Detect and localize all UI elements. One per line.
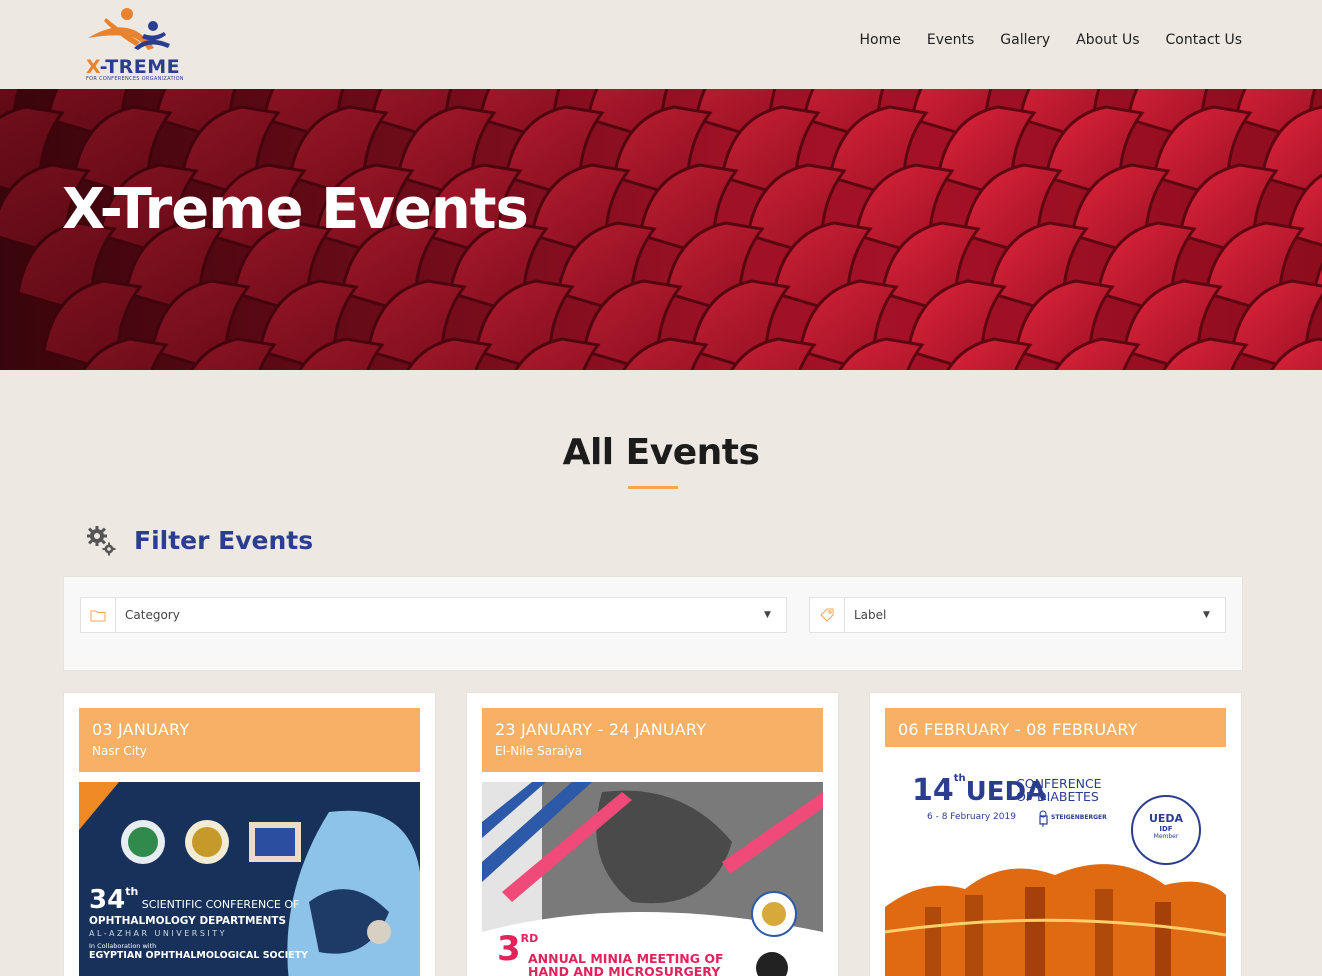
hero-banner: X-Treme Events: [0, 89, 1322, 370]
event-date: 23 JANUARY - 24 JANUARY: [495, 720, 707, 739]
event-date-banner: 23 JANUARY - 24 JANUARY El-Nile Saraiya: [482, 708, 823, 772]
event-card[interactable]: 06 FEBRUARY - 08 FEBRUARY 14thUEDA CONFE…: [869, 692, 1242, 976]
nav-contact-us[interactable]: Contact Us: [1166, 32, 1242, 48]
main-nav: Home Events Gallery About Us Contact Us: [860, 32, 1242, 48]
hero-title: X-Treme Events: [62, 177, 529, 242]
event-poster[interactable]: 14thUEDA CONFERENCE OF DIABETES 6 - 8 Fe…: [885, 757, 1226, 976]
site-header: X-TREME FOR CONFERENCES ORGANIZATION Hom…: [0, 0, 1322, 89]
poster-badge: Member: [1153, 833, 1179, 840]
event-date: 03 JANUARY: [92, 720, 190, 739]
site-logo[interactable]: X-TREME FOR CONFERENCES ORGANIZATION: [84, 4, 184, 84]
category-select[interactable]: Category ▼: [80, 597, 787, 633]
logo-figures-icon: [88, 8, 170, 50]
poster-line: OF DIABETES: [1016, 789, 1099, 804]
tag-icon: [810, 598, 845, 632]
poster-dates: 6 - 8 February 2019: [927, 812, 1016, 822]
section-title-underline: [628, 486, 678, 489]
event-card[interactable]: 03 JANUARY Nasr City 34th SCIENTIFIC CON…: [63, 692, 436, 976]
event-location: El-Nile Saraiya: [495, 744, 583, 758]
poster-line: HAND AND MICROSURGERY: [528, 964, 721, 976]
event-date-banner: 06 FEBRUARY - 08 FEBRUARY: [885, 708, 1226, 747]
poster-line: OPHTHALMOLOGY DEPARTMENTS: [89, 915, 287, 927]
filter-title: Filter Events: [134, 525, 314, 555]
folder-icon: [81, 598, 116, 632]
nav-events[interactable]: Events: [927, 32, 974, 48]
event-card[interactable]: 23 JANUARY - 24 JANUARY El-Nile Saraiya …: [466, 692, 839, 976]
label-select[interactable]: Label ▼: [809, 597, 1226, 633]
event-location: Nasr City: [92, 744, 147, 758]
chevron-down-icon: ▼: [764, 610, 771, 620]
event-date: 06 FEBRUARY - 08 FEBRUARY: [898, 720, 1138, 739]
category-select-value: Category: [125, 608, 180, 622]
nav-gallery[interactable]: Gallery: [1000, 32, 1050, 48]
poster-badge: UEDA: [1148, 812, 1184, 825]
filter-panel: Category ▼ Label ▼: [63, 576, 1243, 671]
label-select-value: Label: [854, 608, 887, 622]
section-title: All Events: [562, 432, 760, 473]
logo-tagline: FOR CONFERENCES ORGANIZATION: [86, 76, 184, 82]
chevron-down-icon: ▼: [1203, 610, 1210, 620]
filter-heading: Filter Events: [86, 524, 313, 556]
nav-about-us[interactable]: About Us: [1076, 32, 1139, 48]
poster-line: In Collaboration with: [89, 942, 157, 950]
logo-wordmark: X-TREME: [86, 56, 181, 78]
poster-line: EGYPTIAN OPHTHALMOLOGICAL SOCIETY: [89, 950, 308, 961]
poster-line: AL-AZHAR UNIVERSITY: [89, 929, 228, 938]
event-poster[interactable]: 34th SCIENTIFIC CONFERENCE OF OPHTHALMOL…: [79, 782, 420, 976]
event-date-banner: 03 JANUARY Nasr City: [79, 708, 420, 772]
poster-heading: 34th SCIENTIFIC CONFERENCE OF: [89, 885, 300, 915]
event-poster[interactable]: 3RD ANNUAL MINIA MEETING OF HAND AND MIC…: [482, 782, 823, 976]
gears-icon: [87, 526, 116, 556]
poster-badge: IDF: [1159, 825, 1173, 833]
poster-venue: STEIGENBERGER: [1051, 814, 1107, 821]
nav-home[interactable]: Home: [860, 32, 901, 48]
